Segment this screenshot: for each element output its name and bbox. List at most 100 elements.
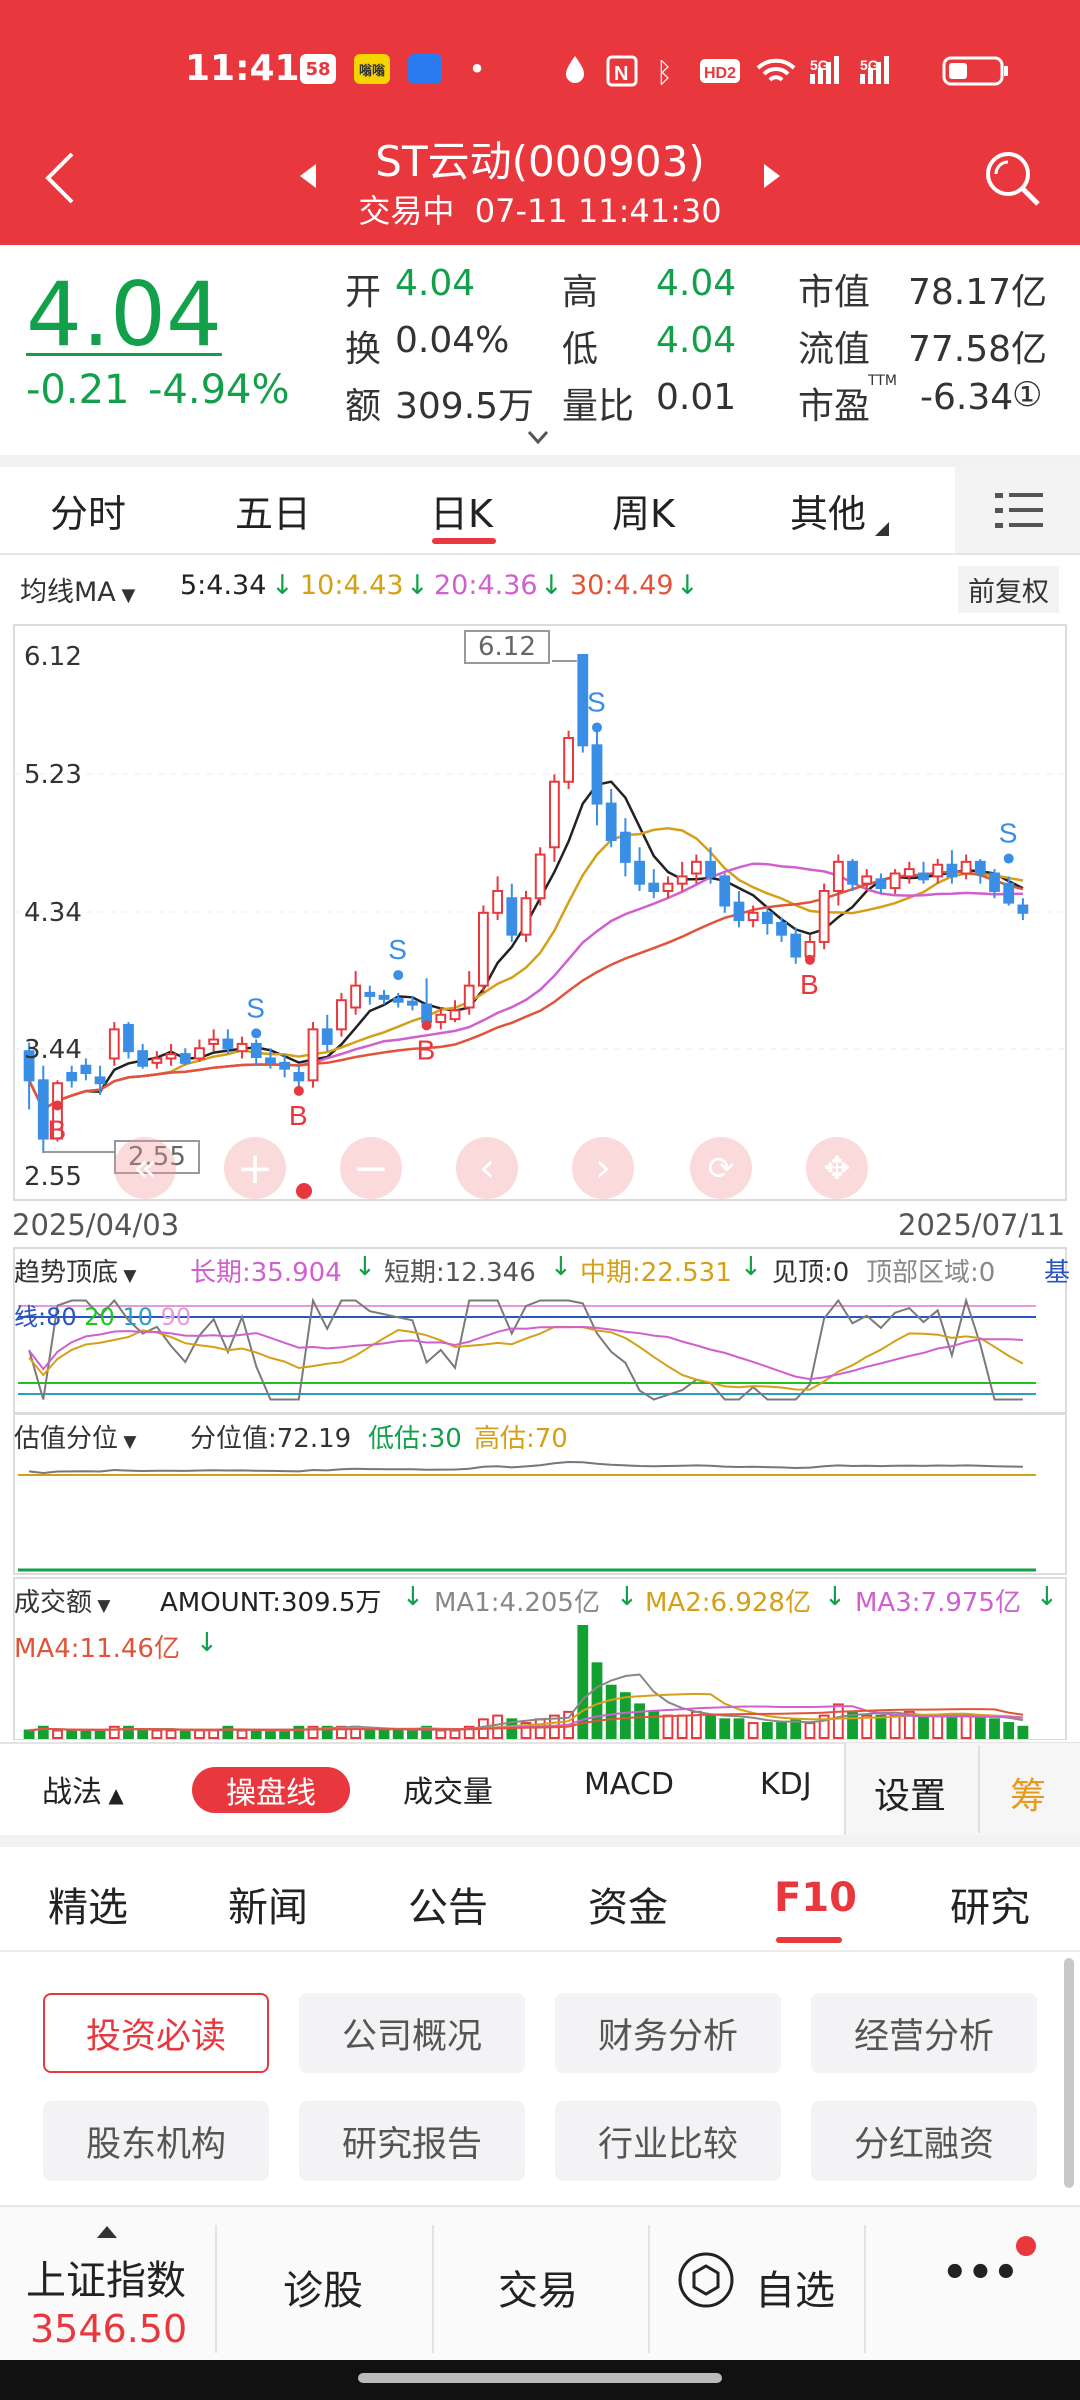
volume-bar bbox=[591, 1662, 603, 1740]
tab-five-day[interactable]: 五日 bbox=[235, 483, 311, 538]
nav-more-button[interactable]: ••• bbox=[942, 2250, 1019, 2296]
nav-diagnose[interactable]: 诊股 bbox=[283, 2258, 363, 2316]
operation-line-button[interactable]: 操盘线 bbox=[192, 1767, 350, 1813]
rotate-button[interactable]: ⟳ bbox=[690, 1137, 752, 1199]
volume-bar bbox=[989, 1718, 1000, 1740]
candle-body bbox=[94, 1076, 106, 1085]
trend-dropdown[interactable]: 趋势顶底 ▼ bbox=[14, 1252, 137, 1289]
chevron-down-icon bbox=[527, 430, 549, 445]
scroll-right-button[interactable]: › bbox=[572, 1137, 634, 1199]
fullscreen-button[interactable]: ✥ bbox=[806, 1137, 868, 1199]
search-button[interactable] bbox=[982, 148, 1042, 208]
quote-panel: 4.04 -0.21 -4.94% 开 4.04 高 4.04 市值 78.17… bbox=[0, 245, 1080, 455]
nav-watchlist[interactable]: 自选 bbox=[755, 2258, 835, 2316]
float-value: 77.58亿 bbox=[908, 329, 1048, 370]
ma5-line bbox=[27, 780, 1024, 1112]
status-icons: N ᛒ HD2 5G 5G bbox=[566, 55, 1008, 88]
divider bbox=[0, 455, 1080, 467]
tab-daily-k[interactable]: 日K bbox=[430, 483, 493, 538]
scroll-start-button[interactable]: « bbox=[114, 1137, 176, 1199]
index-value[interactable]: 3546.50 bbox=[30, 2307, 187, 2351]
active-tab-indicator bbox=[776, 1937, 842, 1943]
candle-body bbox=[932, 863, 944, 878]
tab-funds[interactable]: 资金 bbox=[588, 1875, 668, 1933]
volume-bar bbox=[634, 1703, 645, 1740]
tab-other[interactable]: 其他 bbox=[790, 483, 866, 538]
candle-body bbox=[534, 853, 546, 900]
volume-bar bbox=[861, 1714, 873, 1739]
trend-top: 见顶:0 bbox=[772, 1258, 850, 1288]
volratio-label: 量比 bbox=[562, 386, 635, 427]
card-financial-analysis[interactable]: 财务分析 bbox=[555, 1993, 781, 2073]
candle-body bbox=[577, 654, 589, 747]
trend-short: 短期:12.346 bbox=[384, 1258, 536, 1288]
high-value: 4.04 bbox=[656, 263, 737, 304]
kdj-button[interactable]: KDJ bbox=[760, 1767, 820, 1802]
caret-down-icon: ▼ bbox=[92, 1596, 111, 1616]
card-shareholders[interactable]: 股东机构 bbox=[43, 2101, 269, 2181]
candle-body bbox=[407, 1000, 418, 1006]
card-research-reports[interactable]: 研究报告 bbox=[299, 2101, 525, 2181]
settings-button[interactable]: 设置 bbox=[874, 1767, 946, 1819]
card-investment-must-read[interactable]: 投资必读 bbox=[43, 1993, 269, 2073]
volume-ma1: MA1:4.205亿 bbox=[434, 1588, 600, 1618]
tab-announcements[interactable]: 公告 bbox=[408, 1875, 488, 1933]
candle-body bbox=[236, 1042, 248, 1053]
nav-trade[interactable]: 交易 bbox=[498, 2258, 578, 2316]
pe-ttm-sup: TTM bbox=[868, 373, 897, 389]
volume-ma2: MA2:6.928亿 bbox=[645, 1588, 811, 1618]
tab-f10[interactable]: F10 bbox=[774, 1875, 857, 1921]
trading-status: 交易中 07-11 11:41:30 bbox=[358, 192, 722, 230]
zoom-in-button[interactable]: + bbox=[224, 1137, 286, 1199]
valuation-label: 估值分位 bbox=[14, 1424, 119, 1454]
valuation-dropdown[interactable]: 估值分位 ▼ bbox=[14, 1418, 137, 1455]
caret-up-icon: ▲ bbox=[102, 1783, 124, 1807]
candle-body bbox=[350, 984, 362, 1009]
home-indicator[interactable] bbox=[358, 2373, 722, 2383]
volume-bar bbox=[889, 1714, 901, 1739]
arrow-down-icon: ↓ bbox=[354, 1252, 376, 1282]
tab-featured[interactable]: 精选 bbox=[48, 1875, 128, 1933]
card-dividends[interactable]: 分红融资 bbox=[811, 2101, 1037, 2181]
volume-bar bbox=[52, 1729, 63, 1739]
mktcap-value: 78.17亿 bbox=[908, 272, 1048, 313]
card-company-overview[interactable]: 公司概况 bbox=[299, 1993, 525, 2073]
chips-button[interactable]: 筹 bbox=[1010, 1767, 1046, 1819]
divider bbox=[215, 2225, 217, 2353]
buy-signal: B bbox=[800, 969, 819, 1000]
sell-signal: S bbox=[999, 818, 1018, 849]
macd-button[interactable]: MACD bbox=[584, 1767, 674, 1802]
volume-bar bbox=[705, 1714, 716, 1739]
sell-signal: S bbox=[388, 934, 407, 965]
volume-indicator-button[interactable]: 成交量 bbox=[403, 1767, 493, 1811]
price-axis-l3: 4.34 bbox=[24, 898, 82, 928]
high-label: 高 bbox=[562, 272, 599, 313]
signal-dot bbox=[52, 1100, 63, 1111]
chart-menu-button[interactable] bbox=[955, 467, 1080, 553]
volume-bar bbox=[946, 1714, 958, 1739]
signal-dot bbox=[421, 1020, 432, 1031]
strategy-dropdown[interactable]: 战法 ▲ bbox=[42, 1767, 124, 1811]
tab-news[interactable]: 新闻 bbox=[228, 1875, 308, 1933]
volume-bar bbox=[66, 1729, 78, 1739]
dropdown-corner-icon bbox=[875, 522, 889, 536]
card-business-analysis[interactable]: 经营分析 bbox=[811, 1993, 1037, 2073]
zoom-out-button[interactable]: − bbox=[340, 1137, 402, 1199]
volume-bar bbox=[918, 1714, 929, 1739]
volume-label: 成交额 bbox=[14, 1588, 93, 1618]
caret-down-icon: ▼ bbox=[118, 1432, 137, 1452]
volume-bar bbox=[23, 1729, 35, 1739]
tab-research[interactable]: 研究 bbox=[950, 1875, 1030, 1933]
card-industry-compare[interactable]: 行业比较 bbox=[555, 2101, 781, 2181]
tab-weekly-k[interactable]: 周K bbox=[612, 483, 675, 538]
app-badge-58-icon: 58 bbox=[300, 54, 336, 84]
pe-info-icon[interactable]: ① bbox=[1012, 375, 1042, 415]
volume-bar bbox=[407, 1729, 418, 1739]
scroll-left-button[interactable]: ‹ bbox=[456, 1137, 518, 1199]
tab-intraday[interactable]: 分时 bbox=[50, 483, 126, 538]
signal-icon bbox=[834, 56, 839, 84]
index-name[interactable]: 上证指数 bbox=[26, 2248, 186, 2306]
scrollbar[interactable] bbox=[1064, 1958, 1074, 2188]
expand-quote-button[interactable] bbox=[527, 430, 549, 446]
volume-dropdown[interactable]: 成交额 ▼ bbox=[14, 1582, 111, 1619]
